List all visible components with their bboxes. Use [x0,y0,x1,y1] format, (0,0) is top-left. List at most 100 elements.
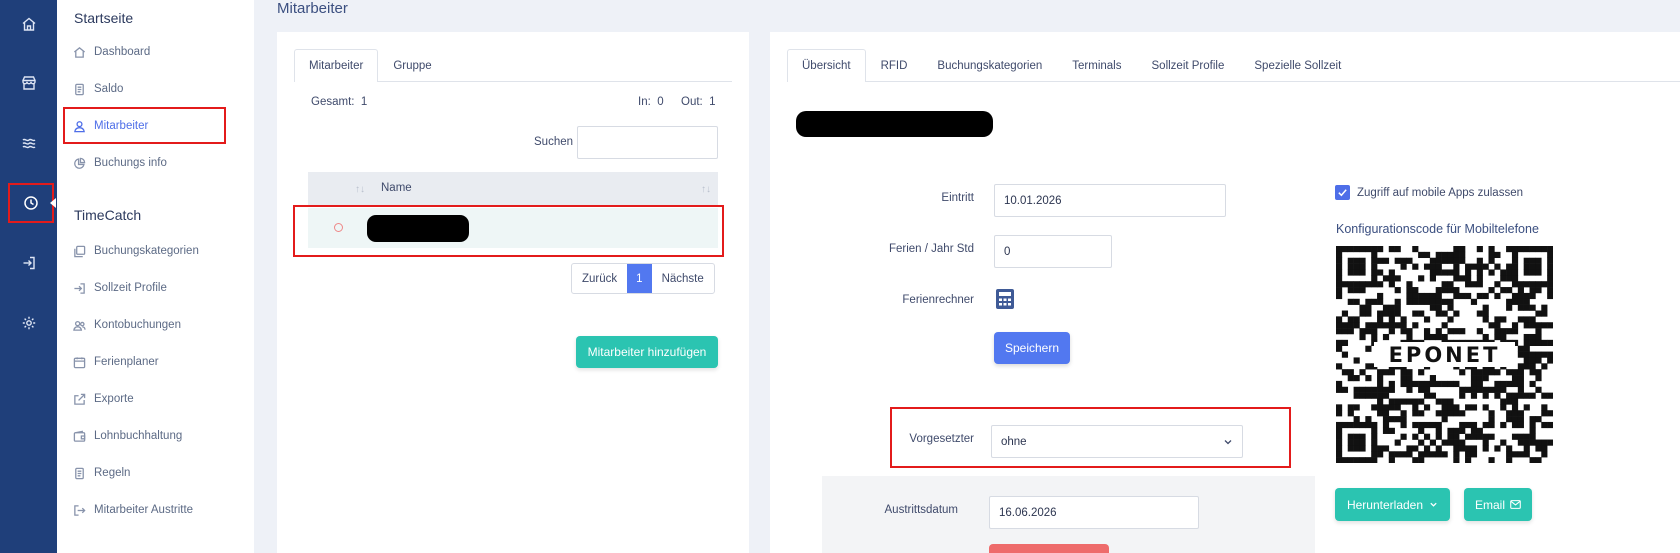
in-count: In: 0 [638,96,664,108]
clock-icon[interactable] [8,183,54,223]
calculator-icon[interactable] [995,288,1015,310]
mobile-access-label: Zugriff auf mobile Apps zulassen [1357,187,1523,199]
sidebar: Startseite Dashboard Saldo Mitarbeiter B… [57,0,254,553]
share-icon [74,393,86,405]
sidebar-item-label: Mitarbeiter Austritte [94,504,194,516]
in-value: 0 [657,96,664,108]
exit-panel: Austrittsdatum [822,476,1315,553]
gear-icon[interactable] [0,303,57,343]
tab-sollzeit-profile[interactable]: Sollzeit Profile [1137,49,1240,81]
copy-icon [74,245,86,257]
chevron-down-icon [1430,502,1437,507]
employee-list-tabs: Mitarbeiter Gruppe [294,49,732,82]
icon-rail [0,0,57,553]
redacted-employee-name [367,215,469,242]
ferien-hours-input[interactable] [994,235,1112,268]
sidebar-item-ferienplaner[interactable]: Ferienplaner [73,351,159,373]
waves-icon[interactable] [0,123,57,163]
tab-buchungskategorien[interactable]: Buchungskategorien [922,49,1057,81]
eintritt-date-input[interactable] [994,184,1226,217]
checkmark-icon [1338,189,1347,197]
users-icon [73,320,86,331]
out-count: Out: 1 [681,96,716,108]
tab-spezielle-sollzeit[interactable]: Spezielle Sollzeit [1239,49,1356,81]
tab-terminals[interactable]: Terminals [1057,49,1136,81]
sidebar-item-label: Buchungs info [94,157,167,169]
eintritt-label: Eintritt [941,192,974,204]
redacted-employee-heading [796,111,993,137]
sort-icon[interactable]: ↑↓ [355,184,365,195]
tab-mitarbeiter[interactable]: Mitarbeiter [294,49,379,82]
pie-chart-icon [74,157,86,169]
vorgesetzter-selected-value: ohne [1001,435,1027,448]
mobile-access-checkbox[interactable] [1335,185,1350,200]
vorgesetzter-select[interactable]: ohne [991,425,1243,458]
logout-icon [74,504,86,516]
pagination-prev-button[interactable]: Zurück [572,264,627,293]
pagination-next-button[interactable]: Nächste [652,264,714,293]
out-label: Out: [681,96,703,108]
row-select-radio[interactable] [334,223,343,232]
login-icon [74,282,85,294]
sidebar-item-label: Buchungskategorien [94,245,199,257]
save-button[interactable]: Speichern [994,332,1070,364]
column-header-name[interactable]: Name [381,182,412,194]
download-button[interactable]: Herunterladen [1335,488,1450,521]
login-icon[interactable] [0,243,57,283]
download-button-label: Herunterladen [1346,497,1424,512]
home-icon [73,46,86,58]
sidebar-item-label: Exporte [94,393,134,405]
sidebar-item-sollzeit-profile[interactable]: Sollzeit Profile [73,277,167,299]
store-icon[interactable] [0,63,57,103]
table-row[interactable] [308,208,718,248]
sidebar-item-exporte[interactable]: Exporte [73,388,134,410]
email-button[interactable]: Email [1464,488,1532,521]
in-label: In: [638,96,651,108]
calendar-icon [73,356,86,368]
sidebar-item-buchungskategorien[interactable]: Buchungskategorien [73,240,199,262]
austritt-label: Austrittsdatum [884,504,959,516]
total-value: 1 [360,96,368,108]
sidebar-item-mitarbeiter[interactable]: Mitarbeiter [73,115,148,137]
sidebar-section-startseite: Startseite [74,10,134,26]
sidebar-item-kontobuchungen[interactable]: Kontobuchungen [73,314,181,336]
sidebar-item-label: Regeln [94,467,131,479]
table-header: ↑↓ Name ↑↓ [308,172,718,206]
employee-list-card: Mitarbeiter Gruppe Gesamt: 1 In: 0 Out: … [277,32,749,553]
qr-code-image: EPONET [1336,246,1554,464]
pagination-page-button[interactable]: 1 [627,264,652,293]
search-input[interactable] [577,126,718,159]
tab-gruppe[interactable]: Gruppe [378,49,446,81]
ferienrechner-label: Ferienrechner [902,294,974,306]
pagination: Zurück 1 Nächste [571,263,715,294]
sidebar-item-regeln[interactable]: Regeln [73,462,130,484]
delete-button-partial[interactable] [989,544,1109,553]
tab-rfid[interactable]: RFID [866,49,923,81]
sidebar-item-label: Ferienplaner [94,356,159,368]
vorgesetzter-label: Vorgesetzter [909,433,974,445]
add-employee-button[interactable]: Mitarbeiter hinzufügen [576,336,718,368]
sidebar-item-saldo[interactable]: Saldo [73,78,123,100]
rail-active-indicator [50,198,56,208]
envelope-icon [1510,500,1521,509]
sidebar-item-buchungs-info[interactable]: Buchungs info [73,152,167,174]
sort-icon[interactable]: ↑↓ [701,184,711,195]
home-icon[interactable] [0,4,57,44]
search-label: Suchen [534,136,574,148]
employee-detail-card: Übersicht RFID Buchungskategorien Termin… [770,32,1680,553]
tab-uebersicht[interactable]: Übersicht [787,49,866,82]
total-count: Gesamt: 1 [311,96,367,108]
sidebar-section-timecatch: TimeCatch [74,207,142,223]
sidebar-item-dashboard[interactable]: Dashboard [73,41,150,63]
sidebar-item-label: Lohnbuchhaltung [94,430,183,442]
user-icon [74,120,85,132]
out-value: 1 [709,96,716,108]
qr-brand-logo: EPONET [1374,342,1515,367]
document-icon [75,467,84,479]
sidebar-item-label: Dashboard [94,46,151,58]
wallet-icon [73,430,86,442]
austritt-date-input[interactable] [989,496,1199,529]
sidebar-item-mitarbeiter-austritte[interactable]: Mitarbeiter Austritte [73,499,193,521]
page-title: Mitarbeiter [277,0,348,17]
sidebar-item-lohnbuchhaltung[interactable]: Lohnbuchhaltung [73,425,182,447]
